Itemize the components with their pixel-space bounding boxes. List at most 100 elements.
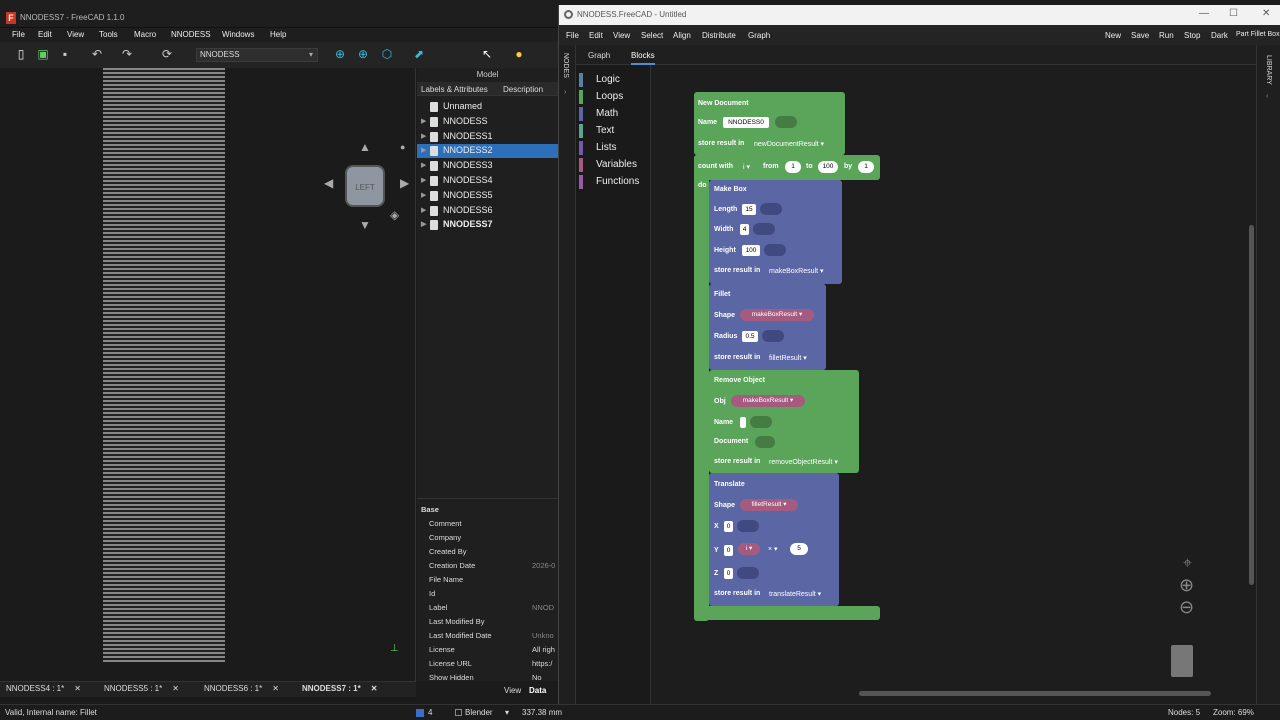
property-row[interactable]: Creation Date 2026-0 xyxy=(417,558,558,572)
3d-viewport[interactable]: LEFT ◀ ▶ ▲ ▼ ◈ ● ⊥ xyxy=(0,68,416,681)
property-row[interactable]: Comment xyxy=(417,516,558,530)
tree-item[interactable]: ▶ NNODESS5 xyxy=(417,189,558,203)
loop-variable-dropdown[interactable]: i ▾ xyxy=(743,163,750,171)
tab-graph[interactable]: Graph xyxy=(588,51,610,60)
doc-tab[interactable]: NNODESS6 : 1* ✕ xyxy=(204,684,279,697)
variable-dropdown[interactable]: newDocumentResult ▾ xyxy=(754,140,824,148)
shape-variable[interactable]: filletResult ▾ xyxy=(740,499,798,511)
y-variable[interactable]: i ▾ xyxy=(738,543,760,555)
menu-file[interactable]: File xyxy=(12,30,25,39)
tree-item-active[interactable]: ▶ NNODESS7 xyxy=(417,218,558,232)
empty-socket[interactable] xyxy=(737,567,759,579)
nodes-sidebar[interactable]: NODES › xyxy=(559,45,576,715)
view-cube-icon[interactable]: ⬡ xyxy=(380,47,394,61)
close-icon[interactable]: ✕ xyxy=(1262,8,1270,19)
open-document-icon[interactable]: ▣ xyxy=(36,47,50,61)
make-box-block[interactable]: Make Box Length 15 Width 4 Height 100 st… xyxy=(709,180,842,284)
horizontal-scrollbar[interactable] xyxy=(859,691,1211,696)
draw-style-icon[interactable] xyxy=(416,709,424,717)
menu-edit[interactable]: Edit xyxy=(38,30,52,39)
minimize-icon[interactable]: — xyxy=(1199,8,1209,19)
nav-menu-icon[interactable]: ● xyxy=(400,142,405,152)
count-loop-block[interactable]: count with i ▾ from 1 to 100 by 1 do xyxy=(694,155,880,189)
property-row[interactable]: Company xyxy=(417,530,558,544)
object-variable[interactable]: makeBoxResult ▾ xyxy=(731,395,805,407)
property-row[interactable]: Label NNOD xyxy=(417,600,558,614)
zoom-in-icon[interactable]: ⊕ xyxy=(1179,575,1194,596)
menu-tools[interactable]: Tools xyxy=(99,30,118,39)
empty-socket[interactable] xyxy=(762,330,784,342)
menu-distribute[interactable]: Distribute xyxy=(702,31,736,40)
nodes-label[interactable]: NODES xyxy=(562,53,569,78)
column-description[interactable]: Description xyxy=(503,85,543,94)
category-math[interactable]: Math xyxy=(579,107,651,122)
close-icon[interactable]: ✕ xyxy=(172,684,179,693)
view-direction-icon[interactable]: ⬈ xyxy=(412,47,426,61)
empty-socket[interactable] xyxy=(760,203,782,215)
maximize-icon[interactable]: ☐ xyxy=(1229,8,1238,19)
category-variables[interactable]: Variables xyxy=(579,158,651,173)
empty-socket[interactable] xyxy=(737,520,759,532)
variable-dropdown[interactable]: filletResult ▾ xyxy=(769,354,807,362)
property-row[interactable]: File Name xyxy=(417,572,558,586)
expand-arrow-icon[interactable]: ▶ xyxy=(421,191,426,199)
expand-arrow-icon[interactable]: ▶ xyxy=(421,161,426,169)
empty-socket[interactable] xyxy=(750,416,772,428)
shape-variable[interactable]: makeBoxResult ▾ xyxy=(740,309,814,321)
variable-dropdown[interactable]: translateResult ▾ xyxy=(769,590,821,598)
tab-data[interactable]: Data xyxy=(529,686,546,695)
empty-socket[interactable] xyxy=(753,223,775,235)
name-input[interactable]: NNODESS0 xyxy=(723,117,769,128)
new-button[interactable]: New xyxy=(1105,31,1121,40)
expand-arrow-icon[interactable]: ▶ xyxy=(421,176,426,184)
tree-item-selected[interactable]: ▶ NNODESS2 xyxy=(417,144,558,158)
tree-item[interactable]: Unnamed xyxy=(417,100,558,114)
expand-arrow-icon[interactable]: ▶ xyxy=(421,146,426,154)
y-input[interactable]: 0 xyxy=(724,545,733,556)
menu-view[interactable]: View xyxy=(613,31,630,40)
close-icon[interactable]: ✕ xyxy=(371,684,378,693)
from-input[interactable]: 1 xyxy=(785,161,801,173)
chevron-right-icon[interactable]: › xyxy=(564,89,566,96)
tree-item[interactable]: ▶ NNODESS3 xyxy=(417,159,558,173)
expand-arrow-icon[interactable]: ▶ xyxy=(421,132,426,140)
radius-input[interactable]: 0.5 xyxy=(742,331,758,342)
undo-icon[interactable]: ↶ xyxy=(90,47,104,61)
menu-graph[interactable]: Graph xyxy=(748,31,770,40)
rotate-right-icon[interactable]: ▶ xyxy=(400,176,409,190)
tree-item[interactable]: ▶ NNODESS6 xyxy=(417,204,558,218)
navigation-style[interactable]: Blender xyxy=(465,708,493,717)
tree-item[interactable]: ▶ NNODESS1 xyxy=(417,130,558,144)
vertical-scrollbar[interactable] xyxy=(1249,225,1254,585)
variable-dropdown[interactable]: makeBoxResult ▾ xyxy=(769,267,824,275)
empty-socket[interactable] xyxy=(755,436,775,448)
menu-macro[interactable]: Macro xyxy=(134,30,156,39)
doc-tab[interactable]: NNODESS4 : 1* ✕ xyxy=(6,684,81,697)
rotate-down-icon[interactable]: ▼ xyxy=(359,218,371,232)
draw-style-count[interactable]: 4 xyxy=(428,708,432,717)
property-row[interactable]: Last Modified By xyxy=(417,614,558,628)
operator-dropdown[interactable]: × ▾ xyxy=(768,545,778,553)
doc-tab-active[interactable]: NNODESS7 : 1* ✕ xyxy=(302,684,377,697)
nav-cube-face[interactable]: LEFT xyxy=(345,165,385,207)
fillet-block[interactable]: Fillet Shape makeBoxResult ▾ Radius 0.5 … xyxy=(709,284,826,370)
z-input[interactable]: 0 xyxy=(724,568,733,579)
menu-select[interactable]: Select xyxy=(641,31,663,40)
close-icon[interactable]: ✕ xyxy=(272,684,279,693)
menu-nnodess[interactable]: NNODESS xyxy=(171,30,211,39)
whats-this-icon[interactable]: ↖ xyxy=(480,47,494,61)
zoom-out-icon[interactable]: ⊖ xyxy=(1179,597,1194,618)
save-button[interactable]: Save xyxy=(1131,31,1149,40)
length-input[interactable]: 15 xyxy=(742,204,756,215)
expand-arrow-icon[interactable]: ▶ xyxy=(421,117,426,125)
chevron-left-icon[interactable]: ‹ xyxy=(1266,93,1268,100)
category-loops[interactable]: Loops xyxy=(579,90,651,105)
library-label[interactable]: LIBRARY xyxy=(1265,55,1272,85)
dark-toggle[interactable]: Dark xyxy=(1211,31,1228,40)
translate-block[interactable]: Translate Shape filletResult ▾ X 0 Y 0 i… xyxy=(709,473,839,606)
doc-tab[interactable]: NNODESS5 : 1* ✕ xyxy=(104,684,179,697)
navigation-cube[interactable]: LEFT ◀ ▶ ▲ ▼ ◈ ● xyxy=(324,140,409,232)
blocks-workspace[interactable]: New Document Name NNODESS0 store result … xyxy=(651,65,1256,705)
rotate-up-icon[interactable]: ▲ xyxy=(359,140,371,154)
empty-socket[interactable] xyxy=(775,116,797,128)
